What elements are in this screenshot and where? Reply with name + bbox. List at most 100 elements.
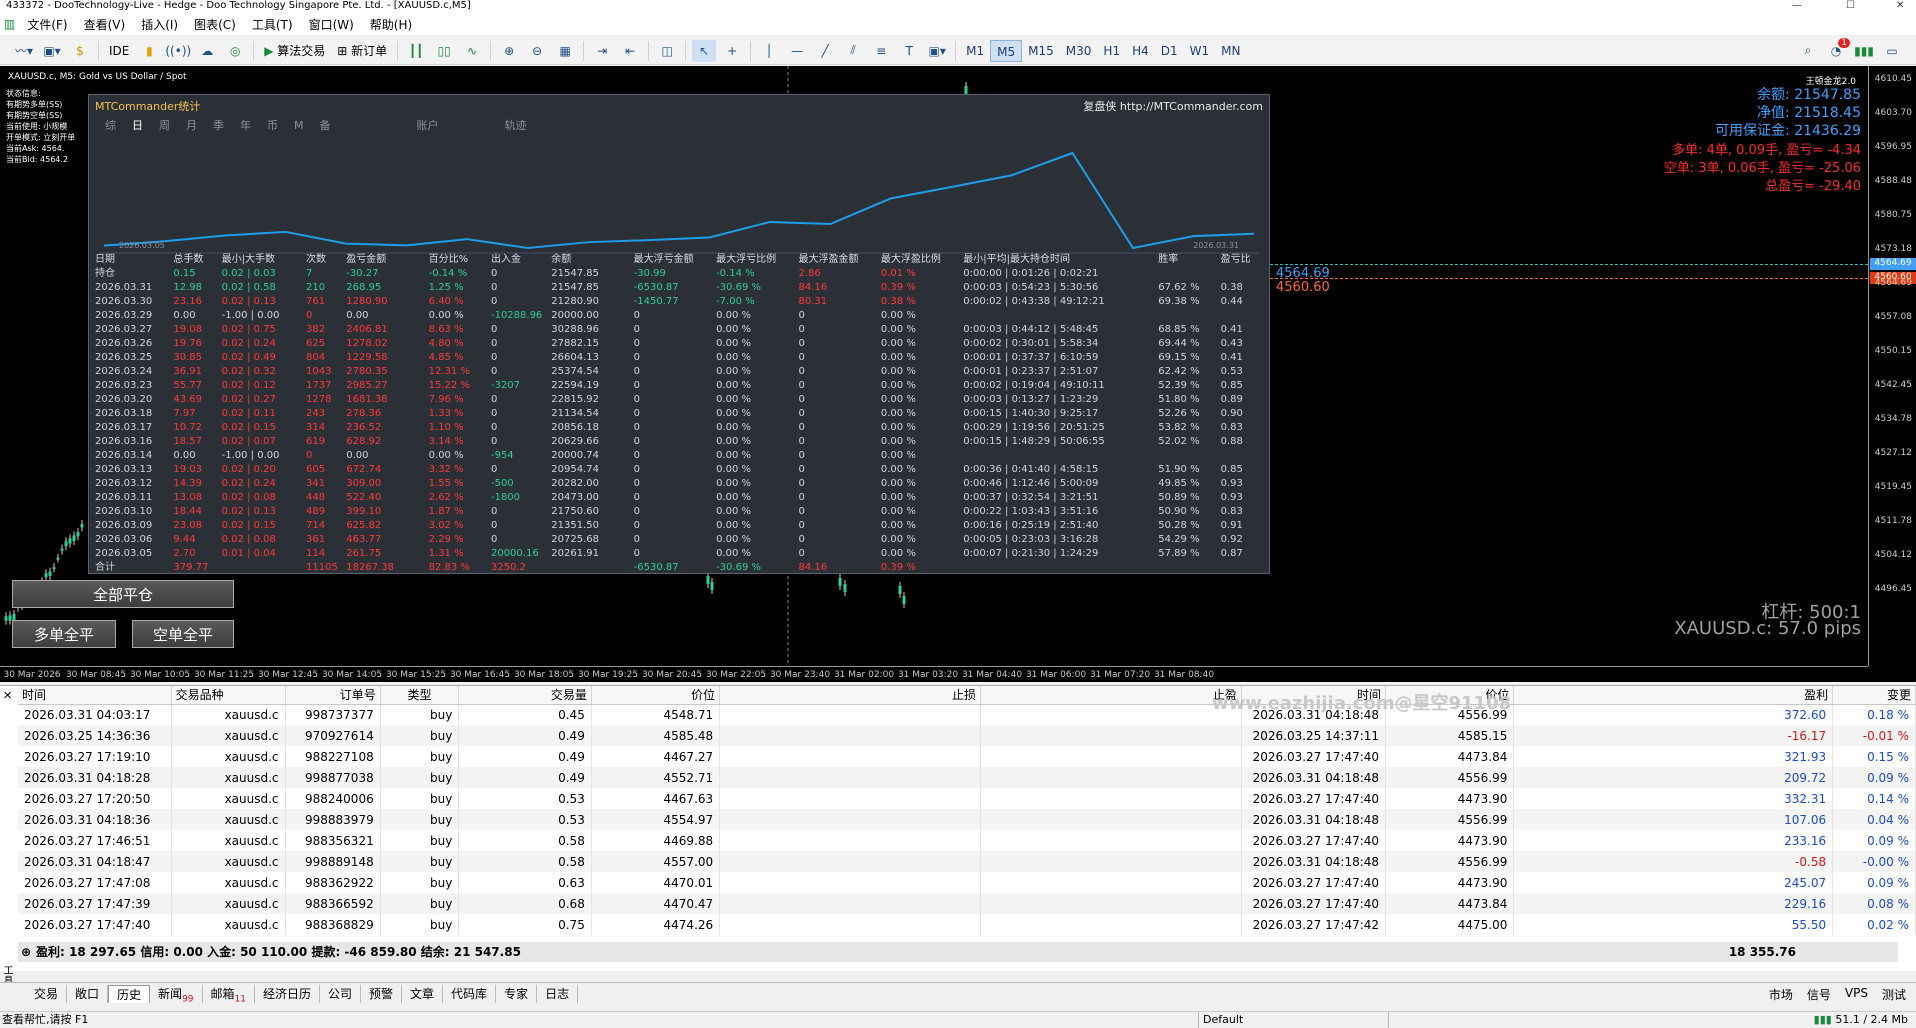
mt-tab[interactable]: 综 — [105, 117, 116, 133]
close-long-button[interactable]: 多单全平 — [12, 620, 116, 648]
notification-icon[interactable]: ◔ 1 — [1824, 40, 1848, 62]
time-axis[interactable]: 30 Mar 2026 30 Mar 08:45 30 Mar 10:05 30 Ma… — [0, 666, 1868, 682]
layout-icon[interactable]: ▭ — [1880, 40, 1904, 62]
history-row[interactable]: 2026.03.27 17:47:39 xauusd.c 988366592 buy 0… — [18, 893, 1916, 914]
tab-4[interactable]: 邮箱11 — [203, 985, 255, 1003]
grid-icon[interactable]: ▦ — [553, 40, 577, 62]
horizontal-line-icon[interactable]: — — [785, 40, 809, 62]
tab-6[interactable]: 公司 — [320, 985, 361, 1003]
timeframe-m1[interactable]: M1 — [960, 40, 990, 62]
maximize-icon[interactable]: ☐ — [1846, 0, 1855, 11]
tab-9[interactable]: 代码库 — [443, 985, 496, 1003]
collapse-icon[interactable]: ⊕ — [21, 942, 31, 962]
history-row[interactable]: 2026.03.27 17:47:40 xauusd.c 988368829 buy 0… — [18, 914, 1916, 935]
crosshair-icon[interactable]: + — [720, 40, 744, 62]
vertical-line-icon[interactable]: │ — [757, 40, 781, 62]
history-header-6[interactable]: 止损 — [720, 686, 981, 704]
mt-tab[interactable]: 年 — [240, 117, 251, 133]
timeframe-m30[interactable]: M30 — [1060, 40, 1098, 62]
history-row[interactable]: 2026.03.27 17:47:08 xauusd.c 988362922 buy 0… — [18, 872, 1916, 893]
timeframe-m5[interactable]: M5 — [990, 40, 1022, 62]
minimize-icon[interactable]: — — [1792, 0, 1802, 11]
mt-tab[interactable]: 币 — [267, 117, 278, 133]
menu-view[interactable]: 查看(V) — [76, 16, 134, 33]
history-header-11[interactable]: 变更 — [1833, 686, 1916, 704]
right-tab-1[interactable]: 信号 — [1807, 986, 1831, 1003]
history-row[interactable]: 2026.03.25 14:36:36 xauusd.c 970927614 buy 0… — [18, 725, 1916, 746]
history-header-1[interactable]: 交易品种 — [171, 686, 285, 704]
history-row[interactable]: 2026.03.31 04:18:36 xauusd.c 998883979 buy 0… — [18, 809, 1916, 830]
refresh-icon[interactable]: ◎ — [223, 40, 247, 62]
tab-0[interactable]: 交易 — [26, 985, 67, 1003]
mt-tab[interactable]: 季 — [213, 117, 224, 133]
search-icon[interactable]: ⌕ — [1796, 40, 1820, 62]
mt-link[interactable]: 复盘侠 http://MTCommander.com — [1083, 98, 1263, 114]
market-icon[interactable]: $ — [68, 40, 92, 62]
history-row[interactable]: 2026.03.31 04:03:17 xauusd.c 998737377 buy 0… — [18, 704, 1916, 725]
chart-type-icon[interactable]: 〰▾ — [12, 40, 36, 62]
timeframe-d1[interactable]: D1 — [1155, 40, 1184, 62]
history-row[interactable]: 2026.03.31 04:18:47 xauusd.c 998889148 buy 0… — [18, 851, 1916, 872]
cloud-icon[interactable]: ☁ — [195, 40, 219, 62]
price-scale[interactable]: 4564.69 4560.60 4610.45 4603.70 4596.95 458… — [1868, 66, 1916, 666]
close-all-button[interactable]: 全部平仓 — [12, 580, 234, 608]
menu-charts[interactable]: 图表(C) — [186, 16, 244, 33]
timeframe-m15[interactable]: M15 — [1022, 40, 1060, 62]
signal-icon[interactable]: ((•)) — [165, 40, 191, 62]
fibonacci-icon[interactable]: ≡ — [869, 40, 893, 62]
timeframe-h4[interactable]: H4 — [1126, 40, 1155, 62]
tab-11[interactable]: 日志 — [537, 985, 578, 1003]
algo-trading-button[interactable]: ▶ 算法交易 — [260, 40, 329, 62]
menu-tools[interactable]: 工具(T) — [244, 16, 301, 33]
history-row[interactable]: 2026.03.31 04:18:28 xauusd.c 998877038 buy 0… — [18, 767, 1916, 788]
mt-tab[interactable]: 日 — [132, 117, 143, 133]
close-icon[interactable]: ✕ — [1896, 0, 1904, 11]
history-header-4[interactable]: 交易量 — [459, 686, 591, 704]
tab-5[interactable]: 经济日历 — [255, 985, 320, 1003]
connection-icon[interactable]: ▮▮▮ — [1852, 40, 1876, 62]
lock-icon[interactable]: ▮ — [137, 40, 161, 62]
tab-3[interactable]: 新闻99 — [150, 985, 202, 1003]
text-icon[interactable]: T — [897, 40, 921, 62]
history-header-10[interactable]: 盈利 — [1514, 686, 1833, 704]
menu-insert[interactable]: 插入(I) — [133, 16, 186, 33]
templates-icon[interactable]: ▣▾ — [40, 40, 64, 62]
history-header-3[interactable]: 类型 — [380, 686, 459, 704]
menu-help[interactable]: 帮助(H) — [362, 16, 420, 33]
tab-2[interactable]: 历史 — [108, 985, 150, 1003]
right-tab-0[interactable]: 市场 — [1769, 986, 1793, 1003]
bar-chart-icon[interactable]: ┃┃ — [404, 40, 428, 62]
mt-tab[interactable]: M — [294, 119, 304, 132]
candle-chart-icon[interactable]: ▯▯ — [432, 40, 456, 62]
zoom-out-icon[interactable]: ⊖ — [525, 40, 549, 62]
screenshot-icon[interactable]: ◫ — [655, 40, 679, 62]
right-tab-3[interactable]: 测试 — [1882, 986, 1906, 1003]
history-row[interactable]: 2026.03.27 17:20:50 xauusd.c 988240006 buy 0… — [18, 788, 1916, 809]
tab-10[interactable]: 专家 — [496, 985, 537, 1003]
mt-tab[interactable]: 账户 — [417, 117, 439, 133]
right-tab-2[interactable]: VPS — [1845, 986, 1868, 1003]
timeframe-w1[interactable]: W1 — [1184, 40, 1216, 62]
menu-window[interactable]: 窗口(W) — [301, 16, 362, 33]
new-order-button[interactable]: ⊞ 新订单 — [333, 40, 391, 62]
menu-file[interactable]: 文件(F) — [19, 16, 75, 33]
mt-tab[interactable]: 月 — [186, 117, 197, 133]
mt-tab[interactable]: 周 — [159, 117, 170, 133]
cursor-icon[interactable]: ↖ — [692, 40, 716, 62]
tab-7[interactable]: 预警 — [361, 985, 402, 1003]
history-header-5[interactable]: 价位 — [591, 686, 719, 704]
zoom-in-icon[interactable]: ⊕ — [497, 40, 521, 62]
timeframe-h1[interactable]: H1 — [1097, 40, 1126, 62]
line-chart-icon[interactable]: ∿ — [460, 40, 484, 62]
chart-shift-icon[interactable]: ⇤ — [618, 40, 642, 62]
tab-8[interactable]: 文章 — [402, 985, 443, 1003]
history-header-7[interactable]: 止盈 — [980, 686, 1241, 704]
history-row[interactable]: 2026.03.27 17:46:51 xauusd.c 988356321 buy 0… — [18, 830, 1916, 851]
mt-tab[interactable]: 轨迹 — [505, 117, 527, 133]
close-short-button[interactable]: 空单全平 — [132, 620, 234, 648]
tab-1[interactable]: 敞口 — [67, 985, 108, 1003]
channel-icon[interactable]: ⫽ — [841, 40, 865, 62]
trendline-icon[interactable]: ╱ — [813, 40, 837, 62]
ide-button[interactable]: IDE — [105, 40, 133, 62]
timeframe-mn[interactable]: MN — [1215, 40, 1246, 62]
